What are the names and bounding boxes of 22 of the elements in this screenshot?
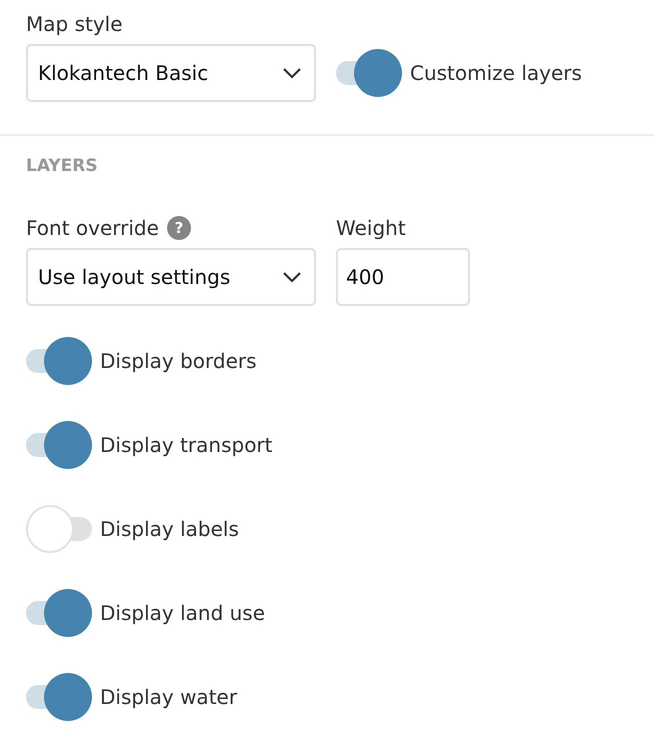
toggle-label: Display transport xyxy=(100,433,272,457)
font-override-dropdown[interactable]: Use layout settings xyxy=(26,248,316,306)
chevron-down-icon xyxy=(282,67,302,79)
chevron-down-icon xyxy=(282,271,302,283)
weight-input[interactable]: 400 xyxy=(336,248,470,306)
map-style-label: Map style xyxy=(26,11,124,38)
customize-layers-label: Customize layers xyxy=(410,61,582,85)
layers-heading: LAYERS xyxy=(26,155,99,178)
toggle-label: Display water xyxy=(100,685,238,709)
weight-label: Weight xyxy=(336,215,407,242)
help-icon[interactable]: ? xyxy=(166,216,191,240)
toggle-switch[interactable] xyxy=(336,49,402,97)
toggle-label: Display labels xyxy=(100,517,239,541)
toggle-label: Display borders xyxy=(100,349,257,373)
font-override-label: Font override xyxy=(26,215,159,242)
toggle-label: Display land use xyxy=(100,601,266,625)
toggle-switch[interactable] xyxy=(26,421,92,469)
toggle-switch[interactable] xyxy=(26,337,92,385)
toggle-switch[interactable] xyxy=(26,673,92,721)
toggle-switch[interactable] xyxy=(26,589,92,637)
map-style-dropdown[interactable]: Klokantech Basic xyxy=(26,44,316,102)
toggle-switch[interactable] xyxy=(26,505,92,553)
